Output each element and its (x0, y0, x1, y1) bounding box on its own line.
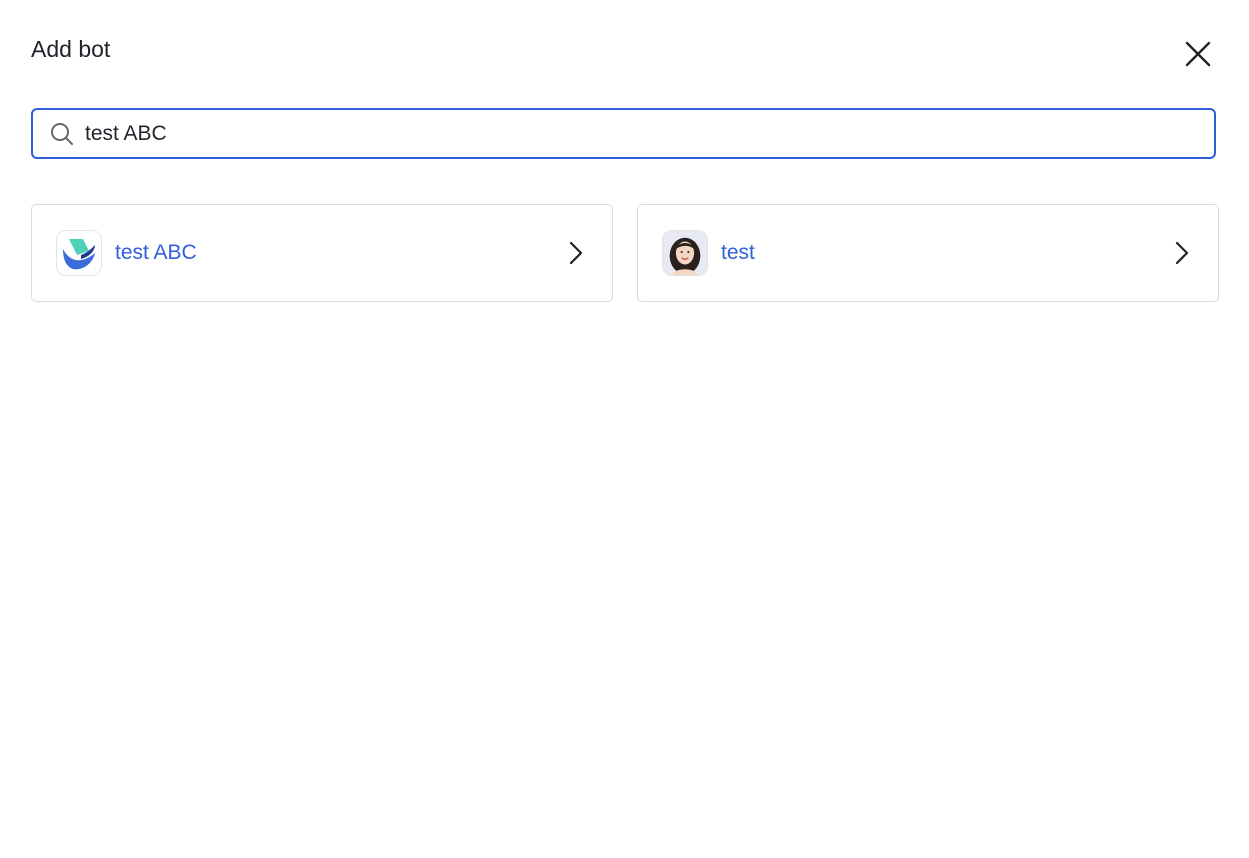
search-box (31, 108, 1216, 159)
bot-name: test (721, 241, 755, 264)
close-icon (1185, 41, 1211, 67)
search-icon (49, 121, 75, 147)
add-bot-dialog: Add bot test ABC test ABC test (0, 0, 1249, 858)
bot-card-test[interactable]: test (637, 204, 1219, 302)
brand-logo-icon (56, 230, 102, 276)
dialog-title: Add bot (31, 36, 111, 62)
user-photo-avatar (662, 230, 708, 276)
chevron-right-icon (1170, 238, 1194, 268)
bot-name: test ABC (115, 241, 197, 264)
bot-card-test-abc[interactable]: test ABC (31, 204, 613, 302)
chevron-right-icon (564, 238, 588, 268)
search-input[interactable] (85, 113, 1185, 154)
close-button[interactable] (1180, 36, 1216, 72)
